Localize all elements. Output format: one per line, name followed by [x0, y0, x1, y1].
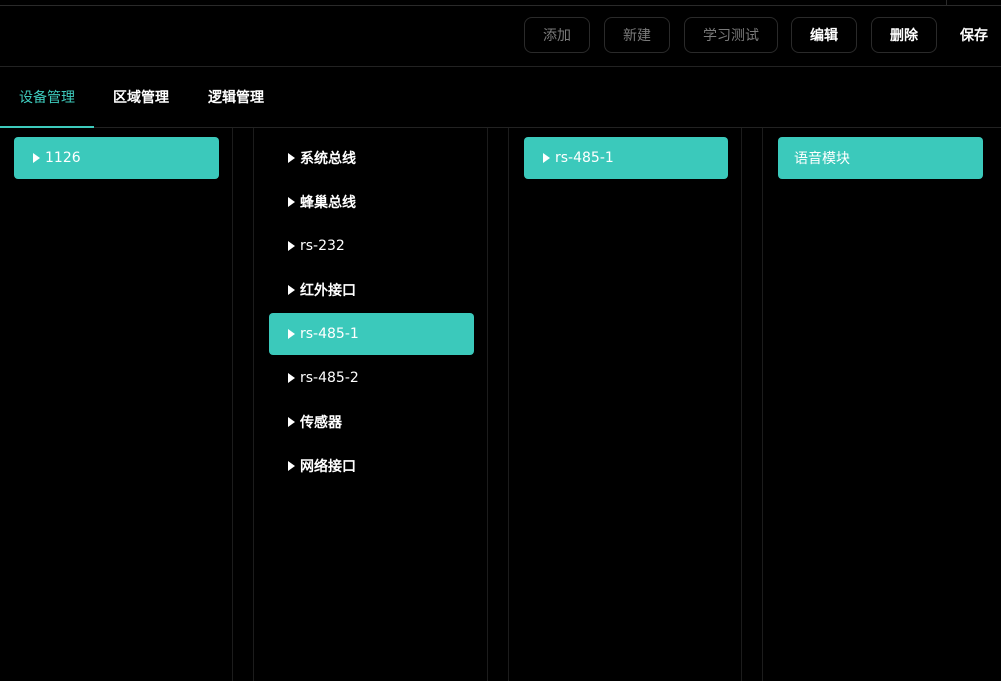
toolbar: 添加 新建 学习测试 编辑 删除 保存 — [0, 6, 1001, 67]
tree-node-label: 语音模块 — [794, 151, 850, 167]
tree-node-sensor[interactable]: 传感器 — [269, 401, 474, 443]
column-interfaces: 系统总线 蜂巢总线 rs-232 红外接口 rs-485-1 rs-485-2 … — [254, 128, 487, 681]
tree-node-label: 系统总线 — [300, 151, 356, 167]
tree-node-rs-485-1-child[interactable]: rs-485-1 — [524, 137, 728, 179]
edit-button[interactable]: 编辑 — [791, 17, 857, 53]
column-bus-devices: rs-485-1 — [509, 128, 741, 681]
triangle-right-icon — [288, 197, 295, 207]
tree-node-label: rs-485-1 — [555, 150, 614, 166]
tree-node-network[interactable]: 网络接口 — [269, 445, 474, 487]
tree-node-rs-485-2[interactable]: rs-485-2 — [269, 357, 474, 399]
tree-node-rs-232[interactable]: rs-232 — [269, 225, 474, 267]
column-host: 1126 — [0, 128, 232, 681]
top-strip-divider — [946, 0, 947, 5]
tab-area-management[interactable]: 区域管理 — [94, 67, 188, 127]
add-button[interactable]: 添加 — [524, 17, 590, 53]
triangle-right-icon — [543, 153, 550, 163]
tree-node-label: rs-232 — [300, 238, 345, 254]
new-button[interactable]: 新建 — [604, 17, 670, 53]
column-divider — [741, 128, 742, 681]
tree-node-voice-module[interactable]: 语音模块 — [778, 137, 983, 179]
tree-node-label: rs-485-2 — [300, 370, 359, 386]
tree-node-label: 网络接口 — [300, 459, 356, 475]
tab-device-management[interactable]: 设备管理 — [0, 67, 94, 128]
triangle-right-icon — [288, 373, 295, 383]
tab-label: 区域管理 — [113, 90, 169, 106]
triangle-right-icon — [288, 461, 295, 471]
tree-node-label: 蜂巢总线 — [300, 195, 356, 211]
triangle-right-icon — [288, 417, 295, 427]
column-divider — [232, 128, 233, 681]
tree-node-1126[interactable]: 1126 — [14, 137, 219, 179]
column-modules: 语音模块 — [763, 128, 1001, 681]
tree-node-system-bus[interactable]: 系统总线 — [269, 137, 474, 179]
triangle-right-icon — [288, 285, 295, 295]
tab-logic-management[interactable]: 逻辑管理 — [188, 67, 284, 127]
triangle-right-icon — [288, 241, 295, 251]
learn-test-button[interactable]: 学习测试 — [684, 17, 778, 53]
triangle-right-icon — [288, 153, 295, 163]
save-button[interactable]: 保存 — [951, 17, 997, 53]
triangle-right-icon — [288, 329, 295, 339]
tab-bar: 设备管理 区域管理 逻辑管理 — [0, 67, 1001, 128]
tree-node-infrared[interactable]: 红外接口 — [269, 269, 474, 311]
tab-label: 逻辑管理 — [208, 90, 264, 106]
delete-button[interactable]: 删除 — [871, 17, 937, 53]
triangle-right-icon — [33, 153, 40, 163]
device-tree-columns: 1126 系统总线 蜂巢总线 rs-232 红外接口 rs-485-1 rs-4… — [0, 128, 1001, 681]
tree-node-label: rs-485-1 — [300, 326, 359, 342]
tree-node-label: 红外接口 — [300, 283, 356, 299]
tree-node-label: 传感器 — [300, 415, 342, 431]
tree-node-label: 1126 — [45, 150, 81, 166]
column-divider — [487, 128, 488, 681]
tab-label: 设备管理 — [19, 90, 75, 106]
tree-node-rs-485-1[interactable]: rs-485-1 — [269, 313, 474, 355]
tree-node-honeycomb-bus[interactable]: 蜂巢总线 — [269, 181, 474, 223]
